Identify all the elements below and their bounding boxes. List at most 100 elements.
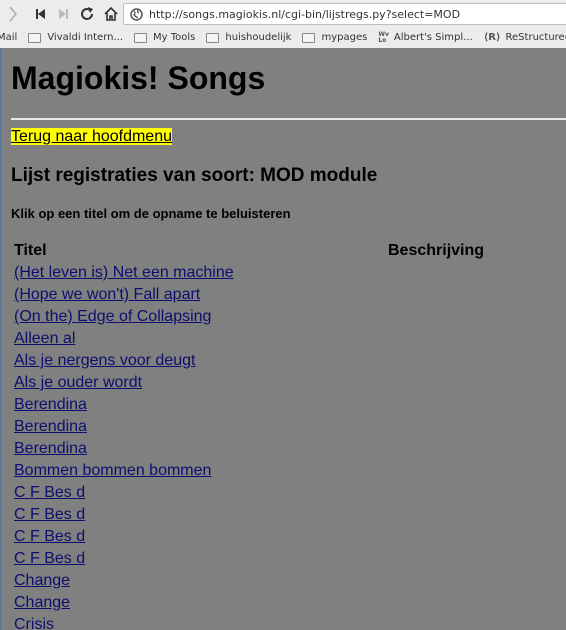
title-cell: (On the) Edge of Collapsing xyxy=(12,306,386,328)
table-row: C F Bes d xyxy=(12,482,486,504)
bookmark-label: mypages xyxy=(321,32,368,43)
folder-icon xyxy=(302,32,316,43)
bookmark-label: Vivaldi Intern... xyxy=(47,32,124,43)
first-icon xyxy=(36,8,45,19)
title-cell: Change xyxy=(12,592,386,614)
table-row: Als je nergens voor deugt xyxy=(12,350,486,372)
table-row: Change xyxy=(12,592,486,614)
list-heading: Lijst registraties van soort: MOD module xyxy=(11,165,378,186)
description-cell xyxy=(386,614,486,630)
title-cell: C F Bes d xyxy=(12,548,386,570)
table-row: C F Bes d xyxy=(12,548,486,570)
title-cell: C F Bes d xyxy=(12,504,386,526)
bookmark-label: Mail xyxy=(0,32,18,43)
url-text[interactable]: http://songs.magiokis.nl/cgi-bin/lijstre… xyxy=(149,8,460,21)
description-cell xyxy=(386,372,486,394)
bookmark-huishoudelijk[interactable]: huishoudelijk xyxy=(206,32,291,43)
title-cell: C F Bes d xyxy=(12,482,386,504)
bookmark-restructured[interactable]: ⟨R⟩ ReStructured ... xyxy=(484,32,566,43)
bookmark-my-tools[interactable]: My Tools xyxy=(134,32,195,43)
description-cell xyxy=(386,284,486,306)
title-cell: Berendina xyxy=(12,394,386,416)
folder-icon xyxy=(134,32,148,43)
title-cell: Als je ouder wordt xyxy=(12,372,386,394)
title-cell: Berendina xyxy=(12,416,386,438)
column-header-description: Beschrijving xyxy=(388,242,485,259)
title-cell: Berendina xyxy=(12,438,386,460)
table-row: (Het leven is) Net een machine xyxy=(12,262,486,284)
description-cell xyxy=(386,592,486,614)
title-cell: (Hope we won't) Fall apart xyxy=(12,284,386,306)
table-row: C F Bes d xyxy=(12,526,486,548)
song-title-link[interactable]: C F Bes d xyxy=(14,550,85,567)
title-cell: Als je nergens voor deugt xyxy=(12,350,386,372)
title-cell: (Het leven is) Net een machine xyxy=(12,262,386,284)
home-icon xyxy=(104,6,118,21)
song-title-link[interactable]: Bommen bommen bommen xyxy=(14,462,211,479)
bookmark-alberts-simple[interactable]: Wv Lo Albert's Simpl... xyxy=(378,30,473,44)
song-title-link[interactable]: (Het leven is) Net een machine xyxy=(14,264,234,281)
page-title: Magiokis! Songs xyxy=(11,60,266,96)
bookmark-mypages[interactable]: mypages xyxy=(302,32,367,43)
forward-button[interactable] xyxy=(2,3,24,25)
table-header-row: Titel Beschrijving xyxy=(12,240,486,262)
bookmark-mail[interactable]: Mail xyxy=(0,32,17,43)
song-title-link[interactable]: Change xyxy=(14,594,70,611)
address-bar[interactable]: http://songs.magiokis.nl/cgi-bin/lijstre… xyxy=(123,3,566,25)
song-title-link[interactable]: (Hope we won't) Fall apart xyxy=(14,286,200,303)
bookmark-label: huishoudelijk xyxy=(225,32,292,43)
table-row: Crisis xyxy=(12,614,486,630)
description-cell xyxy=(386,394,486,416)
reload-button[interactable] xyxy=(76,3,98,25)
table-row: (Hope we won't) Fall apart xyxy=(12,284,486,306)
last-icon xyxy=(59,8,68,19)
description-cell xyxy=(386,482,486,504)
song-title-link[interactable]: Als je ouder wordt xyxy=(14,374,142,391)
song-title-link[interactable]: Change xyxy=(14,572,70,589)
song-title-link[interactable]: C F Bes d xyxy=(14,506,85,523)
song-title-link[interactable]: (On the) Edge of Collapsing xyxy=(14,308,211,325)
description-cell xyxy=(386,262,486,284)
description-cell xyxy=(386,548,486,570)
bookmarks-bar: Mail Vivaldi Intern... My Tools huishoud… xyxy=(0,27,566,49)
home-button[interactable] xyxy=(100,3,122,25)
fast-forward-button[interactable] xyxy=(52,3,74,25)
registrations-table: Titel Beschrijving (Het leven is) Net ee… xyxy=(12,240,486,630)
description-cell xyxy=(386,416,486,438)
description-cell xyxy=(386,328,486,350)
song-title-link[interactable]: Berendina xyxy=(14,396,87,413)
table-row: Change xyxy=(12,570,486,592)
description-cell xyxy=(386,438,486,460)
bookmark-label: ReStructured ... xyxy=(505,32,566,43)
table-row: Alleen al xyxy=(12,328,486,350)
title-cell: Change xyxy=(12,570,386,592)
title-cell: Crisis xyxy=(12,614,386,630)
description-cell xyxy=(386,504,486,526)
rewind-button[interactable] xyxy=(30,3,52,25)
bookmark-vivaldi-internal[interactable]: Vivaldi Intern... xyxy=(28,32,123,43)
folder-icon xyxy=(28,32,42,43)
song-title-link[interactable]: Crisis xyxy=(14,616,54,630)
instruction-text: Klik op een titel om de opname te beluis… xyxy=(11,206,291,221)
bookmark-label: Albert's Simpl... xyxy=(393,32,473,43)
title-cell: Bommen bommen bommen xyxy=(12,460,386,482)
song-title-link[interactable]: Berendina xyxy=(14,440,87,457)
description-cell xyxy=(386,570,486,592)
description-cell xyxy=(386,306,486,328)
song-title-link[interactable]: Als je nergens voor deugt xyxy=(14,352,195,369)
song-title-link[interactable]: Berendina xyxy=(14,418,87,435)
song-title-link[interactable]: Alleen al xyxy=(14,330,75,347)
song-title-link[interactable]: C F Bes d xyxy=(14,484,85,501)
description-cell xyxy=(386,526,486,548)
site-icon: Wv Lo xyxy=(378,30,389,44)
folder-icon xyxy=(206,32,220,43)
table-row: Bommen bommen bommen xyxy=(12,460,486,482)
description-cell xyxy=(386,460,486,482)
page-content: Magiokis! Songs Terug naar hoofdmenu Lij… xyxy=(0,48,566,630)
title-cell: C F Bes d xyxy=(12,526,386,548)
back-to-main-menu-link[interactable]: Terug naar hoofdmenu xyxy=(11,128,172,145)
song-title-link[interactable]: C F Bes d xyxy=(14,528,85,545)
table-row: Berendina xyxy=(12,438,486,460)
column-header-title: Titel xyxy=(14,242,47,259)
globe-icon xyxy=(129,7,143,21)
